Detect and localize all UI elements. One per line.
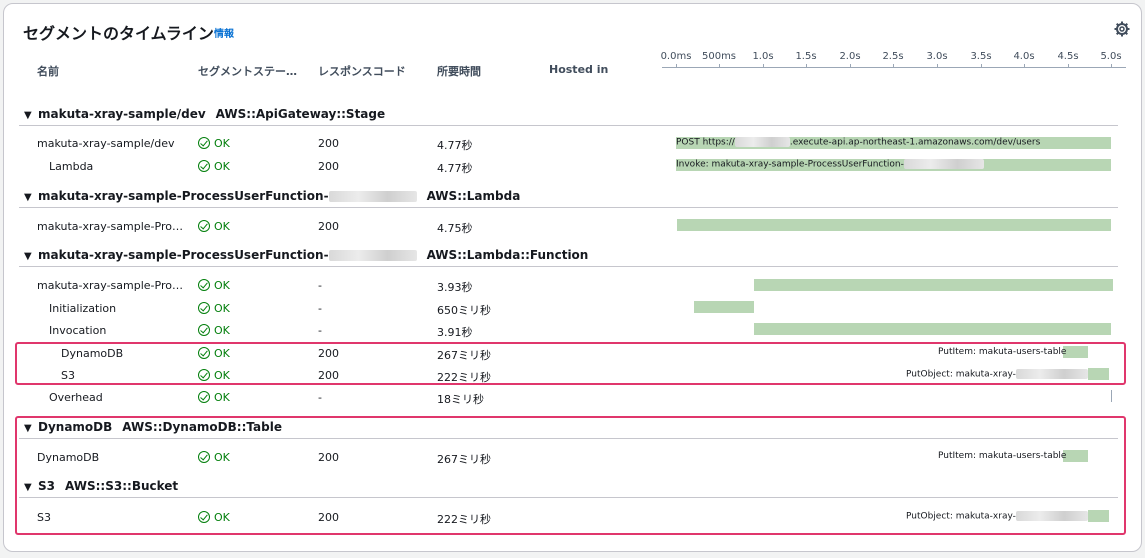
axis-tick-mark xyxy=(676,64,677,68)
timeline-bar[interactable] xyxy=(694,301,754,313)
status-text: OK xyxy=(214,302,230,315)
status-ok: OK xyxy=(198,137,230,150)
timeline-bar-label: Invoke: makuta-xray-sample-ProcessUserFu… xyxy=(676,159,984,170)
column-header-response-code[interactable]: レスポンスコード xyxy=(318,63,406,79)
group-divider xyxy=(19,266,1118,267)
timeline-bar[interactable] xyxy=(677,219,1111,231)
row-name[interactable]: makuta-xray-sample-Pro… xyxy=(37,220,183,233)
redacted-text xyxy=(328,250,417,261)
check-circle-icon xyxy=(198,391,210,403)
response-code: - xyxy=(318,279,322,292)
duration: 4.77秒 xyxy=(437,139,473,152)
caret-down-icon: ▼ xyxy=(24,192,32,203)
row-name[interactable]: Overhead xyxy=(49,391,103,404)
axis-tick-label: 2.5s xyxy=(882,51,904,62)
status-ok: OK xyxy=(198,279,230,292)
highlight-box xyxy=(15,342,1126,385)
axis-tick-label: 5.0s xyxy=(1100,51,1122,62)
check-circle-icon xyxy=(198,324,210,336)
duration: 4.77秒 xyxy=(437,162,473,175)
column-header-name[interactable]: 名前 xyxy=(37,63,59,79)
status-text: OK xyxy=(214,324,230,337)
axis-tick-mark xyxy=(893,64,894,68)
panel-title: セグメントのタイムライン xyxy=(23,24,214,43)
group-header-lambda[interactable]: ▼ makuta-xray-sample-ProcessUserFunction-… xyxy=(24,189,520,203)
group-header-apigateway[interactable]: ▼ makuta-xray-sample/dev AWS::ApiGateway::… xyxy=(24,107,385,121)
duration: 3.91秒 xyxy=(437,326,473,339)
column-header-status[interactable]: セグメントステー… xyxy=(198,63,297,79)
axis-tick-label: 2.0s xyxy=(839,51,861,62)
row-name[interactable]: Lambda xyxy=(49,160,93,173)
timeline-bar[interactable] xyxy=(1111,390,1112,402)
status-text: OK xyxy=(214,391,230,404)
axis-tick-label: 3.5s xyxy=(970,51,992,62)
status-ok: OK xyxy=(198,302,230,315)
axis-tick-mark xyxy=(1068,64,1069,68)
axis-tick-label: 3.0s xyxy=(926,51,948,62)
response-code: 200 xyxy=(318,137,339,150)
group-divider xyxy=(19,207,1118,208)
axis-tick-label: 1.5s xyxy=(795,51,817,62)
column-header-hosted-in[interactable]: Hosted in xyxy=(549,63,608,76)
axis-tick-mark xyxy=(1111,64,1112,68)
axis-tick-mark xyxy=(763,64,764,68)
check-circle-icon xyxy=(198,137,210,149)
status-text: OK xyxy=(214,220,230,233)
check-circle-icon xyxy=(198,220,210,232)
response-code: - xyxy=(318,302,322,315)
redacted-text xyxy=(734,137,790,147)
status-ok: OK xyxy=(198,324,230,337)
row-name[interactable]: makuta-xray-sample-Pro… xyxy=(37,279,183,292)
axis-tick-label: 0.0ms xyxy=(660,51,692,62)
row-name[interactable]: Invocation xyxy=(49,324,106,337)
response-code: - xyxy=(318,391,322,404)
status-text: OK xyxy=(214,279,230,292)
check-circle-icon xyxy=(198,279,210,291)
axis-tick-label: 4.5s xyxy=(1057,51,1079,62)
axis-tick-mark xyxy=(1024,64,1025,68)
axis-tick-mark xyxy=(981,64,982,68)
axis-tick-label: 1.0s xyxy=(752,51,774,62)
group-header-lambda-function[interactable]: ▼ makuta-xray-sample-ProcessUserFunction-… xyxy=(24,248,588,262)
redacted-text xyxy=(903,159,984,169)
axis-tick-label: 4.0s xyxy=(1013,51,1035,62)
timeline-bar[interactable] xyxy=(754,279,1113,291)
axis-tick-mark xyxy=(719,64,720,68)
response-code: 200 xyxy=(318,160,339,173)
timeline-bar[interactable] xyxy=(754,323,1111,335)
status-ok: OK xyxy=(198,160,230,173)
status-text: OK xyxy=(214,160,230,173)
check-circle-icon xyxy=(198,302,210,314)
axis-tick-mark xyxy=(850,64,851,68)
duration: 4.75秒 xyxy=(437,222,473,235)
duration: 3.93秒 xyxy=(437,281,473,294)
response-code: - xyxy=(318,324,322,337)
axis-tick-mark xyxy=(937,64,938,68)
info-link[interactable]: 情報 xyxy=(214,25,234,40)
duration: 650ミリ秒 xyxy=(437,304,491,317)
group-divider xyxy=(19,125,1118,126)
status-text: OK xyxy=(214,137,230,150)
row-name[interactable]: Initialization xyxy=(49,302,116,315)
column-header-duration[interactable]: 所要時間 xyxy=(437,63,481,79)
caret-down-icon: ▼ xyxy=(24,110,32,121)
check-circle-icon xyxy=(198,160,210,172)
highlight-box xyxy=(15,416,1126,535)
caret-down-icon: ▼ xyxy=(24,251,32,262)
timeline-bar-label: POST https://.execute-api.ap-northeast-1… xyxy=(676,137,1041,148)
axis-tick-label: 500ms xyxy=(701,51,737,62)
status-ok: OK xyxy=(198,391,230,404)
response-code: 200 xyxy=(318,220,339,233)
redacted-text xyxy=(328,191,417,202)
duration: 18ミリ秒 xyxy=(437,393,484,406)
status-ok: OK xyxy=(198,220,230,233)
gear-icon[interactable] xyxy=(1114,21,1130,37)
axis-tick-mark xyxy=(806,64,807,68)
timeline-axis xyxy=(662,67,1126,68)
row-name[interactable]: makuta-xray-sample/dev xyxy=(37,137,175,150)
